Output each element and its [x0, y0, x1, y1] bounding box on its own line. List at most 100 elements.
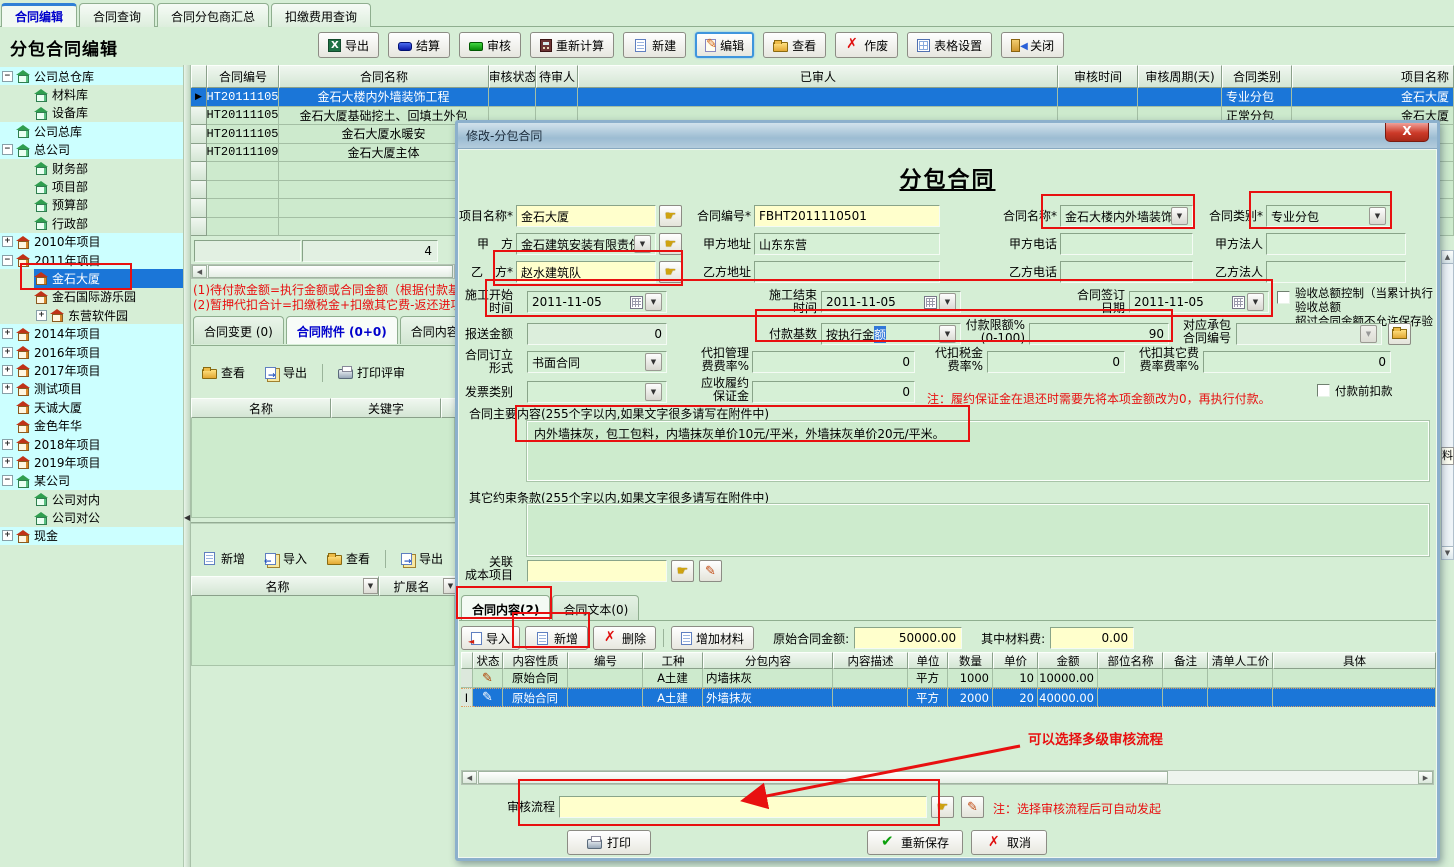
sub-tab-1[interactable]: 合同变更 (0) — [193, 316, 284, 344]
sidebar-item-2017年项目[interactable]: +2017年项目 — [0, 361, 183, 379]
party_a_addr-field[interactable]: 山东东营 — [754, 233, 940, 255]
column-header-合同名称[interactable]: 合同名称 — [279, 65, 489, 88]
attachment-column-header[interactable]: 关键字 — [331, 398, 441, 418]
tree-expander-icon[interactable]: + — [2, 530, 13, 541]
column-header-审核状态[interactable]: 审核状态 — [489, 65, 536, 88]
sidebar-item-2016年项目[interactable]: +2016年项目 — [0, 343, 183, 361]
top-tab-4[interactable]: 扣缴费用查询 — [271, 3, 371, 27]
pay_base-field[interactable]: 按执行金额▼ — [821, 323, 961, 345]
sidebar-item-测试项目[interactable]: +测试项目 — [0, 380, 183, 398]
scroll-down-icon[interactable]: ▼ — [1442, 546, 1453, 559]
column-header-selector[interactable] — [191, 65, 207, 88]
project-lookup-button[interactable]: ☛ — [659, 205, 682, 227]
tree-expander-icon[interactable]: + — [2, 439, 13, 450]
detail-column-header[interactable]: 部位名称 — [1098, 652, 1163, 669]
detail-column-header[interactable]: 金额 — [1038, 652, 1098, 669]
deposit-field[interactable]: 0 — [752, 381, 915, 403]
contracts-hscrollbar[interactable]: ◀ — [191, 264, 455, 279]
重新保存-button[interactable]: 重新保存 — [867, 830, 963, 855]
contract_type-field[interactable]: 专业分包▼ — [1266, 205, 1391, 227]
sidebar-item-金石国际游乐园[interactable]: 金石国际游乐园 — [0, 288, 183, 306]
审核-button[interactable]: 审核 — [459, 32, 521, 58]
detail-tab-2[interactable]: 合同文本(0) — [552, 595, 639, 621]
sidebar-item-材料库[interactable]: 材料库 — [0, 85, 183, 103]
tree-expander-icon[interactable]: − — [2, 255, 13, 266]
打印评审-button[interactable]: 打印评审 — [331, 360, 412, 385]
report_amount-field[interactable]: 0 — [527, 323, 667, 345]
tree-expander-icon[interactable]: + — [2, 347, 13, 358]
related_contract-field[interactable]: ▼ — [1236, 323, 1382, 345]
sidebar-item-公司对公[interactable]: 公司对公 — [0, 508, 183, 526]
dropdown-arrow-icon[interactable]: ▼ — [939, 293, 956, 311]
新增-button[interactable]: 新增 — [195, 546, 252, 571]
sidebar-item-预算部[interactable]: 预算部 — [0, 196, 183, 214]
新建-button[interactable]: 新建 — [623, 32, 686, 58]
sidebar-item-公司总仓库[interactable]: −公司总仓库 — [0, 67, 183, 85]
column-header-合同编号[interactable]: 合同编号 — [207, 65, 279, 88]
tree-expander-icon[interactable]: − — [2, 475, 13, 486]
column-header-审核时间[interactable]: 审核时间 — [1058, 65, 1138, 88]
sidebar-item-东营软件园[interactable]: +东营软件园 — [0, 306, 183, 324]
scroll-left-icon[interactable]: ◀ — [462, 771, 477, 784]
sidebar-item-2018年项目[interactable]: +2018年项目 — [0, 435, 183, 453]
查看-button[interactable]: 查看 — [195, 360, 252, 385]
detail-column-header[interactable]: 编号 — [568, 652, 643, 669]
dropdown-arrow-icon[interactable]: ▼ — [645, 383, 662, 401]
top-tab-3[interactable]: 合同分包商汇总 — [157, 3, 269, 27]
party_a_legal-field[interactable] — [1266, 233, 1406, 255]
column-header-合同类别[interactable]: 合同类别 — [1222, 65, 1292, 88]
导出-button[interactable]: 导出 — [318, 32, 379, 58]
tax_fee-field[interactable]: 0 — [987, 351, 1125, 373]
pay_limit-field[interactable]: 90 — [1029, 323, 1169, 345]
detail-column-header[interactable]: 具体 — [1273, 652, 1436, 669]
form_type-field[interactable]: 书面合同▼ — [527, 351, 667, 373]
sidebar-item-总公司[interactable]: −总公司 — [0, 141, 183, 159]
party_b-lookup-button[interactable]: ☛ — [659, 261, 682, 283]
sidebar-splitter[interactable]: ◀ — [183, 65, 191, 867]
contract-row-1[interactable]: ▶FBHT2011110501金石大楼内外墙装饰工程专业分包金石大厦 — [191, 88, 1454, 107]
cost_item-lookup-button[interactable]: ☛ — [671, 560, 694, 582]
sidebar-item-2014年项目[interactable]: +2014年项目 — [0, 324, 183, 342]
main-vscrollbar[interactable]: ▲ ▼ — [1441, 250, 1454, 560]
sub-tab-3[interactable]: 合同内容 (2 — [400, 316, 456, 344]
编辑-button[interactable]: 编辑 — [695, 32, 754, 58]
invoice_type-field[interactable]: ▼ — [527, 381, 667, 403]
document-column-header[interactable]: 名称▼ — [191, 576, 379, 596]
detail-column-header[interactable]: 工种 — [643, 652, 703, 669]
tree-expander-icon[interactable]: + — [2, 383, 13, 394]
detail-column-header[interactable] — [461, 652, 473, 669]
tree-expander-icon[interactable]: + — [2, 365, 13, 376]
dropdown-arrow-icon[interactable]: ▼ — [645, 353, 662, 371]
cost_item-edit-button[interactable]: ✎ — [699, 560, 722, 582]
sidebar-item-项目部[interactable]: 项目部 — [0, 177, 183, 195]
删除-button[interactable]: 删除 — [593, 626, 656, 650]
sidebar-item-2011年项目[interactable]: −2011年项目 — [0, 251, 183, 269]
column-header-已审人[interactable]: 已审人 — [578, 65, 1058, 88]
content-textarea[interactable]: 内外墙抹灰，包工包料，内墙抹灰单价10元/平米，外墙抹灰单价20元/平米。 — [527, 421, 1429, 481]
detail-column-header[interactable]: 内容描述 — [833, 652, 908, 669]
cost_item-field[interactable] — [527, 560, 667, 582]
sub-tab-2[interactable]: 合同附件 (0+0) — [286, 316, 398, 344]
party_b-field[interactable]: 赵水建筑队 — [516, 261, 656, 283]
导入-button[interactable]: 导入 — [461, 626, 520, 650]
related_contract-folder-button[interactable] — [1388, 323, 1411, 345]
party_b_addr-field[interactable] — [754, 261, 940, 283]
document-table-body[interactable] — [191, 596, 455, 666]
start_date-field[interactable]: 2011-11-05▼ — [527, 291, 667, 313]
row-selector[interactable]: ▶ — [191, 88, 207, 107]
dropdown-arrow-icon[interactable]: ▼ — [645, 293, 662, 311]
导出-button[interactable]: 导出 — [394, 546, 450, 571]
sidebar-item-现金[interactable]: +现金 — [0, 527, 183, 545]
detail-column-header[interactable]: 内容性质 — [503, 652, 568, 669]
scroll-up-icon[interactable]: ▲ — [1442, 251, 1453, 264]
contract_no-field[interactable]: FBHT2011110501 — [754, 205, 940, 227]
flow-field[interactable] — [559, 796, 927, 818]
sidebar-item-设备库[interactable]: 设备库 — [0, 104, 183, 122]
结算-button[interactable]: 结算 — [388, 32, 450, 58]
party_a-lookup-button[interactable]: ☛ — [659, 233, 682, 255]
重新计算-button[interactable]: 重新计算 — [530, 32, 614, 58]
sidebar-item-2010年项目[interactable]: +2010年项目 — [0, 233, 183, 251]
detail-row-2[interactable]: I✎原始合同A土建外墙抹灰平方20002040000.00 — [461, 688, 1436, 707]
detail-row-selector[interactable]: I — [461, 688, 473, 707]
dropdown-arrow-icon[interactable]: ▼ — [1247, 293, 1264, 311]
